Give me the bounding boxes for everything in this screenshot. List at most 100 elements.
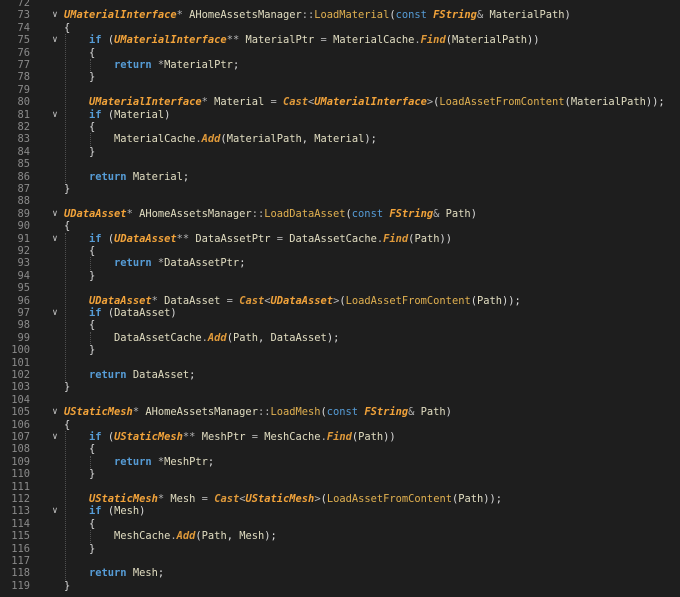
code-token: const xyxy=(395,9,434,22)
code-token: LoadAssetFromContent xyxy=(439,96,565,109)
code-token: LoadAssetFromContent xyxy=(326,493,452,505)
code-line[interactable]: 75 ∨ if (UMaterialInterface** MaterialPtr… xyxy=(0,34,680,46)
fold-chevron-icon[interactable]: ∨ xyxy=(50,233,60,245)
code-line[interactable]: 85 xyxy=(0,158,680,170)
line-number: 88 xyxy=(17,195,30,208)
code-line[interactable]: 88 xyxy=(0,195,680,207)
code-line[interactable]: 94 } xyxy=(0,270,680,282)
line-number: 89 xyxy=(17,207,30,220)
code-token: Path xyxy=(420,406,446,419)
code-line[interactable]: 109 return *MeshPtr; xyxy=(0,456,680,468)
code-text: { xyxy=(64,22,70,34)
code-line[interactable]: 84 } xyxy=(0,146,680,158)
code-token: )); xyxy=(645,96,665,109)
code-line[interactable]: 103} xyxy=(0,381,680,393)
code-token: * xyxy=(132,406,146,419)
code-line[interactable]: 82 { xyxy=(0,121,680,133)
code-token: MeshPtr xyxy=(201,431,246,443)
code-line[interactable]: 118 return Mesh; xyxy=(0,567,680,579)
code-line[interactable]: 95 xyxy=(0,282,680,294)
code-line[interactable]: 99 DataAssetCache.Add(Path, DataAsset); xyxy=(0,332,680,344)
code-line[interactable]: 114 { xyxy=(0,518,680,530)
code-line[interactable]: 86 return Material; xyxy=(0,171,680,183)
code-line[interactable]: 112 UStaticMesh* Mesh = Cast<UStaticMesh… xyxy=(0,493,680,505)
fold-chevron-icon[interactable]: ∨ xyxy=(50,9,60,21)
line-number: 114 xyxy=(11,517,30,530)
code-line[interactable]: 79 xyxy=(0,84,680,96)
code-text: return *MeshPtr; xyxy=(64,456,214,468)
code-line[interactable]: 73 ∨ UMaterialInterface* AHomeAssetsManage… xyxy=(0,9,680,21)
code-line[interactable]: 113 ∨ if (Mesh) xyxy=(0,505,680,517)
code-line[interactable]: 100 } xyxy=(0,344,680,356)
code-line[interactable]: 80 UMaterialInterface* Material = Cast<U… xyxy=(0,96,680,108)
code-token: { xyxy=(89,319,96,332)
code-token: ; xyxy=(189,369,196,381)
code-token: FString xyxy=(433,9,477,22)
code-line[interactable]: 97 ∨ if (DataAsset) xyxy=(0,307,680,319)
code-line[interactable]: 98 { xyxy=(0,319,680,331)
code-text: return Mesh; xyxy=(64,567,164,579)
code-token: ) xyxy=(564,9,571,22)
line-number: 86 xyxy=(17,170,30,183)
code-text: } xyxy=(64,146,95,158)
code-line[interactable]: 72 xyxy=(0,0,680,9)
fold-chevron-icon[interactable]: ∨ xyxy=(50,406,60,418)
code-line[interactable]: 96 UDataAsset* DataAsset = Cast<UDataAss… xyxy=(0,295,680,307)
line-number: 118 xyxy=(11,567,30,580)
code-text: } xyxy=(64,270,95,282)
code-line[interactable]: 81 ∨ if (Material) xyxy=(0,109,680,121)
code-token: )) xyxy=(527,34,540,47)
code-line[interactable]: 83 MaterialCache.Add(MaterialPath, Mater… xyxy=(0,133,680,145)
fold-chevron-icon[interactable]: ∨ xyxy=(50,34,60,46)
code-line[interactable]: 102 return DataAsset; xyxy=(0,369,680,381)
code-line[interactable]: 106 { xyxy=(0,419,680,431)
code-line[interactable]: 90 { xyxy=(0,220,680,232)
fold-chevron-icon[interactable]: ∨ xyxy=(50,505,60,517)
code-line[interactable]: 87} xyxy=(0,183,680,195)
code-token: UMaterialInterface xyxy=(89,96,202,109)
code-token: ** xyxy=(182,431,202,443)
code-line[interactable]: 119} xyxy=(0,580,680,592)
code-line[interactable]: 110 } xyxy=(0,468,680,480)
code-token: } xyxy=(89,344,96,357)
code-line[interactable]: 108 { xyxy=(0,443,680,455)
code-token: * xyxy=(201,96,215,109)
code-line[interactable]: 78 } xyxy=(0,71,680,83)
fold-chevron-icon[interactable]: ∨ xyxy=(50,109,60,121)
code-token: MaterialPath xyxy=(570,96,646,109)
code-token: DataAsset xyxy=(132,369,190,381)
line-number: 84 xyxy=(17,145,30,158)
code-line[interactable]: 115 MeshCache.Add(Path, Mesh); xyxy=(0,530,680,542)
code-line[interactable]: 101 xyxy=(0,357,680,369)
code-line[interactable]: 91 ∨ if (UDataAsset** DataAssetPtr = Data… xyxy=(0,233,680,245)
code-line[interactable]: 76 { xyxy=(0,47,680,59)
code-line[interactable]: 117 xyxy=(0,555,680,567)
code-line[interactable]: 107 ∨ if (UStaticMesh** MeshPtr = MeshCac… xyxy=(0,431,680,443)
code-token: return xyxy=(89,567,133,580)
code-line[interactable]: 77 return *MaterialPtr; xyxy=(0,59,680,71)
fold-chevron-icon[interactable]: ∨ xyxy=(50,431,60,443)
code-line[interactable]: 74 { xyxy=(0,22,680,34)
code-text: } xyxy=(64,543,95,555)
fold-chevron-icon[interactable]: ∨ xyxy=(50,208,60,220)
code-line[interactable]: 104 xyxy=(0,394,680,406)
code-line[interactable]: 93 return *DataAssetPtr; xyxy=(0,257,680,269)
code-line[interactable]: 89 ∨ UDataAsset* AHomeAssetsManager::LoadD… xyxy=(0,208,680,220)
code-line[interactable]: 111 xyxy=(0,481,680,493)
code-line[interactable]: 116 } xyxy=(0,543,680,555)
line-number: 87 xyxy=(17,183,30,195)
code-line[interactable]: 92 { xyxy=(0,245,680,257)
code-line[interactable]: 105 ∨ UStaticMesh* AHomeAssetsManager::Loa… xyxy=(0,406,680,418)
code-token: MeshCache xyxy=(114,530,171,543)
code-token: MaterialCache xyxy=(114,133,196,146)
code-token: ; xyxy=(207,455,215,468)
fold-chevron-icon[interactable]: ∨ xyxy=(50,307,60,319)
code-text: { xyxy=(64,121,95,133)
code-token: DataAsset xyxy=(114,307,171,319)
code-editor[interactable]: 72 73 ∨ UMaterialInterface* AHomeAssetsMana… xyxy=(0,0,680,597)
code-text: } xyxy=(64,468,95,480)
